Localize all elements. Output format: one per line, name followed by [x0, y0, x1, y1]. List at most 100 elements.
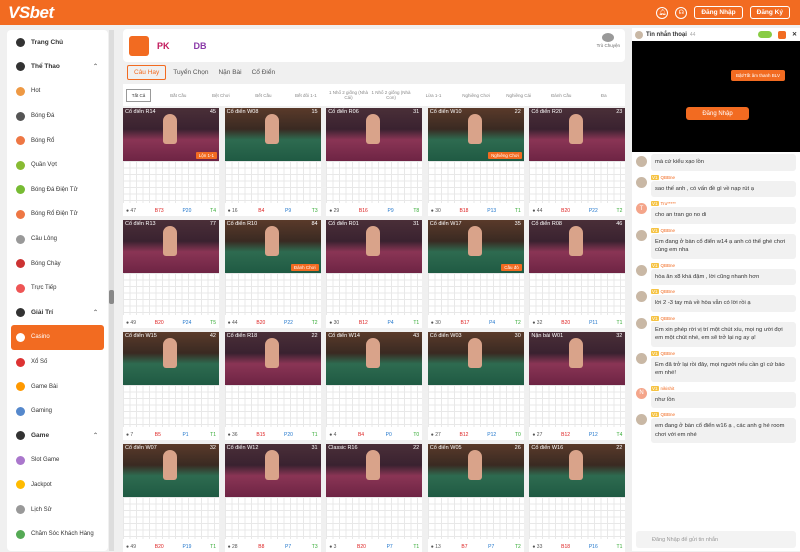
- filter-7[interactable]: Lừa 1-1: [412, 93, 455, 98]
- table-video[interactable]: Cổ điển R13 77: [123, 220, 219, 273]
- filter-10[interactable]: Đánh Cầu: [540, 93, 583, 98]
- table-video[interactable]: Cổ điển W14 43: [326, 332, 423, 385]
- headset-icon[interactable]: ☊: [675, 6, 688, 19]
- sidebar-item-7[interactable]: Bóng Rổ Điện Tử: [7, 202, 108, 227]
- sidebar-item-20[interactable]: Chăm Sóc Khách Hàng: [7, 522, 108, 547]
- table-card[interactable]: Cổ điển R14 45 Lộn 1-1 ● 47 B73 P20 T4: [123, 108, 219, 216]
- table-card[interactable]: Cổ điển W05 26 ● 13 B7 P7 T2: [427, 444, 524, 552]
- filter-3[interactable]: Bết Cầu: [242, 93, 285, 98]
- filter-5[interactable]: 1 Nhổ 2 giống (Nhà Cái): [327, 90, 370, 100]
- sidebar-item-4[interactable]: Bóng Rổ: [7, 128, 108, 153]
- sidebar-item-14[interactable]: Game Bài: [7, 374, 108, 399]
- provider-4[interactable]: DB: [194, 36, 207, 56]
- table-video[interactable]: Cổ điển R08 46: [529, 220, 626, 273]
- video-icon[interactable]: [777, 30, 786, 39]
- sidebar-item-12[interactable]: Casino: [11, 325, 104, 350]
- table-video[interactable]: Cổ điển R10 84 Đánh Chơi: [224, 220, 321, 273]
- sidebar-item-15[interactable]: Gaming: [7, 399, 108, 424]
- table-video[interactable]: Cổ điển W17 35 Cầu đỏ: [427, 220, 524, 273]
- table-video[interactable]: Cổ điển R18 22: [224, 332, 321, 385]
- login-button[interactable]: Đăng Nhập: [694, 6, 743, 19]
- table-video[interactable]: Nặn bài W01 32: [529, 332, 626, 385]
- tab-0[interactable]: Câu Hay: [127, 65, 167, 80]
- video-login-button[interactable]: Đăng Nhập: [686, 107, 749, 120]
- sound-toggle[interactable]: [757, 31, 772, 38]
- level-badge: V1: [651, 350, 659, 356]
- sidebar-item-13[interactable]: Xổ Số: [7, 350, 108, 375]
- sidebar-item-0[interactable]: Trang Chủ: [7, 30, 108, 55]
- filter-11[interactable]: Đa: [582, 93, 625, 98]
- filter-4[interactable]: Bết đôi 1-1: [285, 93, 328, 98]
- filter-6[interactable]: 1 Nhổ 2 giống (Nhà Con): [370, 90, 413, 100]
- filter-0[interactable]: Tất Cả: [126, 88, 151, 102]
- logo[interactable]: VSbet: [8, 3, 54, 23]
- notification-icon[interactable]: 🔔︎: [656, 6, 669, 19]
- table-video[interactable]: Cổ điển W07 32: [123, 444, 219, 497]
- table-card[interactable]: Cổ điển W08 15 ● 16 B4 P9 T3: [224, 108, 321, 216]
- chat-toggle[interactable]: Trò Chuyện: [597, 33, 620, 48]
- table-video[interactable]: Cổ điển R01 31: [326, 220, 423, 273]
- table-card[interactable]: Cổ điển R08 46 ● 32 B20 P11 T1: [529, 220, 626, 328]
- filter-1[interactable]: Bắt Cầu: [157, 93, 200, 98]
- filter-8[interactable]: Nghiêng Chơi: [455, 93, 498, 98]
- sidebar-item-9[interactable]: Bóng Chày: [7, 251, 108, 276]
- table-video[interactable]: Classic R16 22: [326, 444, 423, 497]
- tab-2[interactable]: Nặn Bài: [215, 66, 244, 79]
- table-video[interactable]: Cổ điển W12 31: [224, 444, 321, 497]
- sidebar-item-19[interactable]: Lịch Sử: [7, 497, 108, 522]
- filter-2[interactable]: Bệt Chơi: [200, 93, 243, 98]
- close-icon[interactable]: ✕: [792, 31, 797, 38]
- table-card[interactable]: Cổ điển W10 22 Nghiêng Chơi ● 30 B18 P13 T1: [427, 108, 524, 216]
- filter-9[interactable]: Nghiêng Cái: [497, 93, 540, 98]
- table-card[interactable]: Cổ điển R06 31 ● 29 B16 P9 T8: [326, 108, 423, 216]
- table-card[interactable]: Cổ điển R13 77 ● 49 B20 P24 T5: [123, 220, 219, 328]
- register-button[interactable]: Đăng Ký: [749, 6, 790, 19]
- chevron-up-icon[interactable]: ⌃: [93, 309, 98, 316]
- table-card[interactable]: Cổ điển W17 35 Cầu đỏ ● 30 B17 P4 T2: [427, 220, 524, 328]
- table-card[interactable]: Cổ điển W07 32 ● 49 B20 P19 T1: [123, 444, 219, 552]
- sidebar-scrollbar[interactable]: [109, 30, 114, 551]
- sidebar-item-1[interactable]: Thể Thao ⌃: [7, 55, 108, 80]
- table-card[interactable]: Classic R16 22 ● 3 B20 P7 T1: [326, 444, 423, 552]
- stat-value: 1: [213, 544, 216, 550]
- sidebar-item-18[interactable]: Jackpot: [7, 473, 108, 498]
- table-card[interactable]: Cổ điển W16 22 ● 33 B18 P16 T1: [529, 444, 626, 552]
- sidebar-item-2[interactable]: Hot: [7, 79, 108, 104]
- table-video[interactable]: Cổ điển W05 26: [427, 444, 524, 497]
- chevron-up-icon[interactable]: ⌃: [93, 432, 98, 439]
- provider-1[interactable]: PK: [157, 36, 170, 56]
- table-video[interactable]: Cổ điển W08 15: [224, 108, 321, 161]
- provider-0[interactable]: [129, 35, 149, 56]
- sidebar-item-16[interactable]: Game ⌃: [7, 424, 108, 449]
- table-card[interactable]: Nặn bài W01 32 ● 27 B12 P12 T4: [529, 332, 626, 440]
- table-video[interactable]: Cổ điển W15 42: [123, 332, 219, 385]
- table-video[interactable]: Cổ điển W03 30: [427, 332, 524, 385]
- sidebar-item-10[interactable]: Trực Tiếp: [7, 276, 108, 301]
- table-video[interactable]: Cổ điển W10 22 Nghiêng Chơi: [427, 108, 524, 161]
- table-video[interactable]: Cổ điển R20 23: [529, 108, 626, 161]
- sidebar-item-5[interactable]: Quần Vợt: [7, 153, 108, 178]
- table-card[interactable]: Cổ điển W03 30 ● 27 B12 P12 T0: [427, 332, 524, 440]
- sidebar-item-6[interactable]: Bóng Đá Điện Tử: [7, 178, 108, 203]
- chat-input[interactable]: Đăng Nhập để gửi tin nhắn: [636, 531, 796, 548]
- sidebar-item-11[interactable]: Giải Trí ⌃: [7, 301, 108, 326]
- player-count: 43: [413, 333, 420, 339]
- table-card[interactable]: Cổ điển W15 42 ● 7 B5 P1 T1: [123, 332, 219, 440]
- chevron-up-icon[interactable]: ⌃: [93, 63, 98, 70]
- sidebar-item-17[interactable]: Slot Game: [7, 448, 108, 473]
- table-card[interactable]: Cổ điển R10 84 Đánh Chơi ● 44 B20 P22 T2: [224, 220, 321, 328]
- scroll-thumb[interactable]: [109, 290, 114, 304]
- sidebar-item-8[interactable]: Cầu Lông: [7, 227, 108, 252]
- table-card[interactable]: Cổ điển W14 43 ● 4 B4 P0 T0: [326, 332, 423, 440]
- table-video[interactable]: Cổ điển R14 45 Lộn 1-1: [123, 108, 219, 161]
- table-card[interactable]: Cổ điển R18 22 ● 36 B15 P20 T1: [224, 332, 321, 440]
- tab-1[interactable]: Tuyển Chọn: [170, 66, 211, 79]
- sidebar-item-3[interactable]: Bóng Đá: [7, 104, 108, 129]
- tab-3[interactable]: Cổ Điển: [249, 66, 278, 79]
- table-card[interactable]: Cổ điển W12 31 ● 28 B8 P7 T3: [224, 444, 321, 552]
- table-card[interactable]: Cổ điển R20 23 ● 44 B20 P22 T2: [529, 108, 626, 216]
- table-card[interactable]: Cổ điển R01 31 ● 30 B12 P4 T1: [326, 220, 423, 328]
- stat-value: 4: [333, 432, 337, 438]
- table-video[interactable]: Cổ điển W16 22: [529, 444, 626, 497]
- table-video[interactable]: Cổ điển R06 31: [326, 108, 423, 161]
